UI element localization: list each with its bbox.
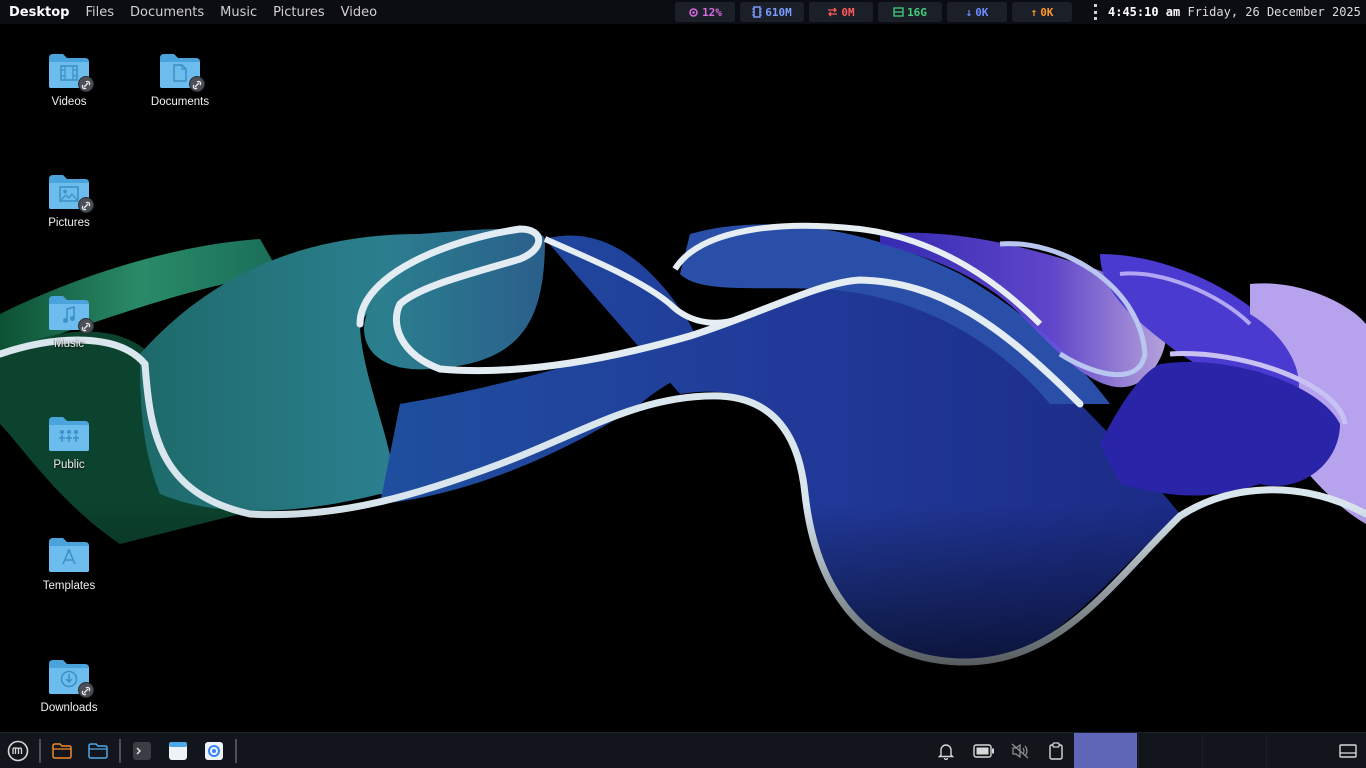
folder-icon — [47, 536, 91, 574]
link-badge-icon — [78, 197, 94, 213]
desktop-icon-label: Videos — [51, 96, 87, 108]
bottom-panel — [0, 732, 1366, 768]
disk-icon — [893, 7, 904, 17]
desktop-icon-label: Pictures — [48, 217, 90, 229]
desktop-icon-videos[interactable]: Videos — [24, 52, 114, 108]
files-launcher-orange[interactable] — [50, 739, 74, 763]
show-desktop-button[interactable] — [1336, 739, 1360, 763]
clock-date: Friday, 26 December 2025 — [1187, 5, 1361, 19]
desktop-icon-pictures[interactable]: Pictures — [24, 173, 114, 229]
upload-value: 0K — [1040, 5, 1054, 19]
swap-monitor[interactable]: 0M — [809, 2, 873, 22]
terminal-launcher[interactable] — [130, 739, 154, 763]
folder-icon — [47, 658, 94, 698]
desktop-icon-templates[interactable]: Templates — [24, 536, 114, 592]
link-badge-icon — [78, 682, 94, 698]
swap-value: 0M — [841, 5, 855, 19]
people-icon — [59, 430, 79, 442]
swap-arrows-icon — [828, 7, 838, 17]
desktop-icon-public[interactable]: Public — [24, 415, 114, 471]
mint-menu-button[interactable] — [6, 739, 30, 763]
mint-menu-icon — [7, 740, 29, 762]
memory-value: 610M — [765, 5, 792, 19]
files-launcher-blue[interactable] — [86, 739, 110, 763]
disk-value: 16G — [907, 5, 927, 19]
terminal-icon — [133, 742, 151, 760]
notification-bell-icon — [938, 744, 954, 760]
top-panel: Desktop Files Documents Music Pictures V… — [0, 0, 1366, 24]
places-menu: Desktop Files Documents Music Pictures V… — [0, 0, 393, 24]
download-monitor[interactable]: ↓ 0K — [947, 2, 1007, 22]
clock-time: 4:45:10 am — [1108, 5, 1181, 19]
cpu-monitor[interactable]: 12% — [675, 2, 735, 22]
image-icon — [59, 186, 79, 202]
volume-indicator[interactable] — [1008, 739, 1032, 763]
drag-handle-icon[interactable] — [1094, 4, 1098, 20]
show-desktop-icon — [1339, 744, 1357, 758]
menu-item-music[interactable]: Music — [220, 5, 257, 20]
panel-separator — [235, 739, 237, 763]
desktop-icon-documents[interactable]: Documents — [135, 52, 225, 108]
text-editor-launcher[interactable] — [166, 739, 190, 763]
upload-monitor[interactable]: ↑ 0K — [1012, 2, 1072, 22]
folder-icon — [47, 173, 94, 213]
menu-item-files[interactable]: Files — [85, 5, 114, 20]
compass-icon — [62, 549, 76, 565]
clipboard-button[interactable] — [1044, 739, 1068, 763]
notifications-button[interactable] — [934, 739, 958, 763]
cpu-icon — [689, 7, 698, 17]
film-icon — [60, 65, 78, 81]
memory-monitor[interactable]: 610M — [740, 2, 804, 22]
workspace-2[interactable] — [1138, 733, 1202, 768]
arrow-down-icon: ↓ — [965, 5, 973, 19]
text-editor-icon — [169, 742, 187, 760]
folder-icon — [47, 294, 94, 334]
menu-item-documents[interactable]: Documents — [130, 5, 204, 20]
desktop-icon-music[interactable]: Music — [24, 294, 114, 350]
folder-icon — [158, 52, 205, 92]
document-icon — [173, 64, 187, 82]
battery-icon — [973, 744, 994, 758]
clipboard-icon — [1049, 742, 1063, 760]
clock[interactable]: 4:45:10 am Friday, 26 December 2025 — [1108, 0, 1361, 24]
folder-icon — [47, 415, 91, 453]
disk-monitor[interactable]: 16G — [878, 2, 942, 22]
desktop-icon-downloads[interactable]: Downloads — [24, 658, 114, 714]
music-note-icon — [63, 306, 75, 323]
desktop-icon-label: Downloads — [40, 702, 98, 714]
memory-chip-icon — [752, 6, 763, 18]
volume-muted-icon — [1011, 743, 1029, 759]
workspace-4[interactable] — [1266, 733, 1330, 768]
link-badge-icon — [78, 76, 94, 92]
desktop-icon-label: Music — [53, 338, 85, 350]
arrow-up-icon: ↑ — [1030, 5, 1038, 19]
workspace-1-active[interactable] — [1074, 733, 1137, 768]
menu-item-video[interactable]: Video — [341, 5, 377, 20]
download-icon — [60, 670, 78, 688]
folder-icon — [47, 52, 94, 92]
link-badge-icon — [189, 76, 205, 92]
menu-item-desktop[interactable]: Desktop — [9, 5, 69, 20]
files-blue-icon — [88, 743, 108, 759]
battery-indicator[interactable] — [972, 739, 996, 763]
files-orange-icon — [52, 743, 72, 759]
desktop-icon-label: Public — [53, 459, 85, 471]
cpu-value: 12% — [702, 5, 722, 19]
panel-separator — [119, 739, 121, 763]
download-value: 0K — [975, 5, 989, 19]
link-badge-icon — [78, 318, 94, 334]
browser-icon — [205, 742, 223, 760]
workspace-3[interactable] — [1202, 733, 1266, 768]
menu-item-pictures[interactable]: Pictures — [273, 5, 324, 20]
browser-launcher[interactable] — [202, 739, 226, 763]
desktop-wallpaper — [0, 24, 1366, 732]
panel-separator — [39, 739, 41, 763]
desktop-icon-label: Templates — [42, 580, 96, 592]
system-monitors: 12% 610M 0M 16G ↓ 0K ↑ 0K — [675, 2, 1072, 22]
desktop-icon-label: Documents — [150, 96, 210, 108]
